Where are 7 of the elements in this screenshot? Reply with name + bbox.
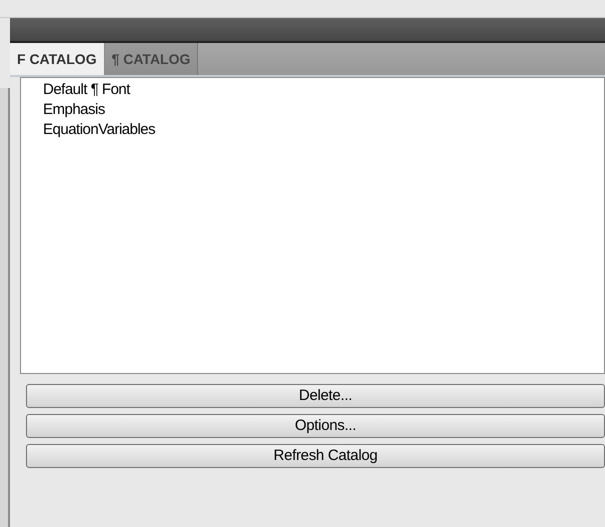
catalog-item[interactable]: Emphasis bbox=[43, 100, 105, 120]
catalog-tab[interactable]: F CATALOG bbox=[10, 43, 105, 75]
catalog-item[interactable]: EquationVariables bbox=[43, 120, 156, 140]
action-button[interactable]: Options... bbox=[26, 414, 605, 438]
action-button[interactable]: Refresh Catalog bbox=[26, 444, 605, 468]
action-button[interactable]: Delete... bbox=[26, 384, 605, 408]
catalog-item[interactable]: Default ¶ Font bbox=[43, 80, 130, 100]
